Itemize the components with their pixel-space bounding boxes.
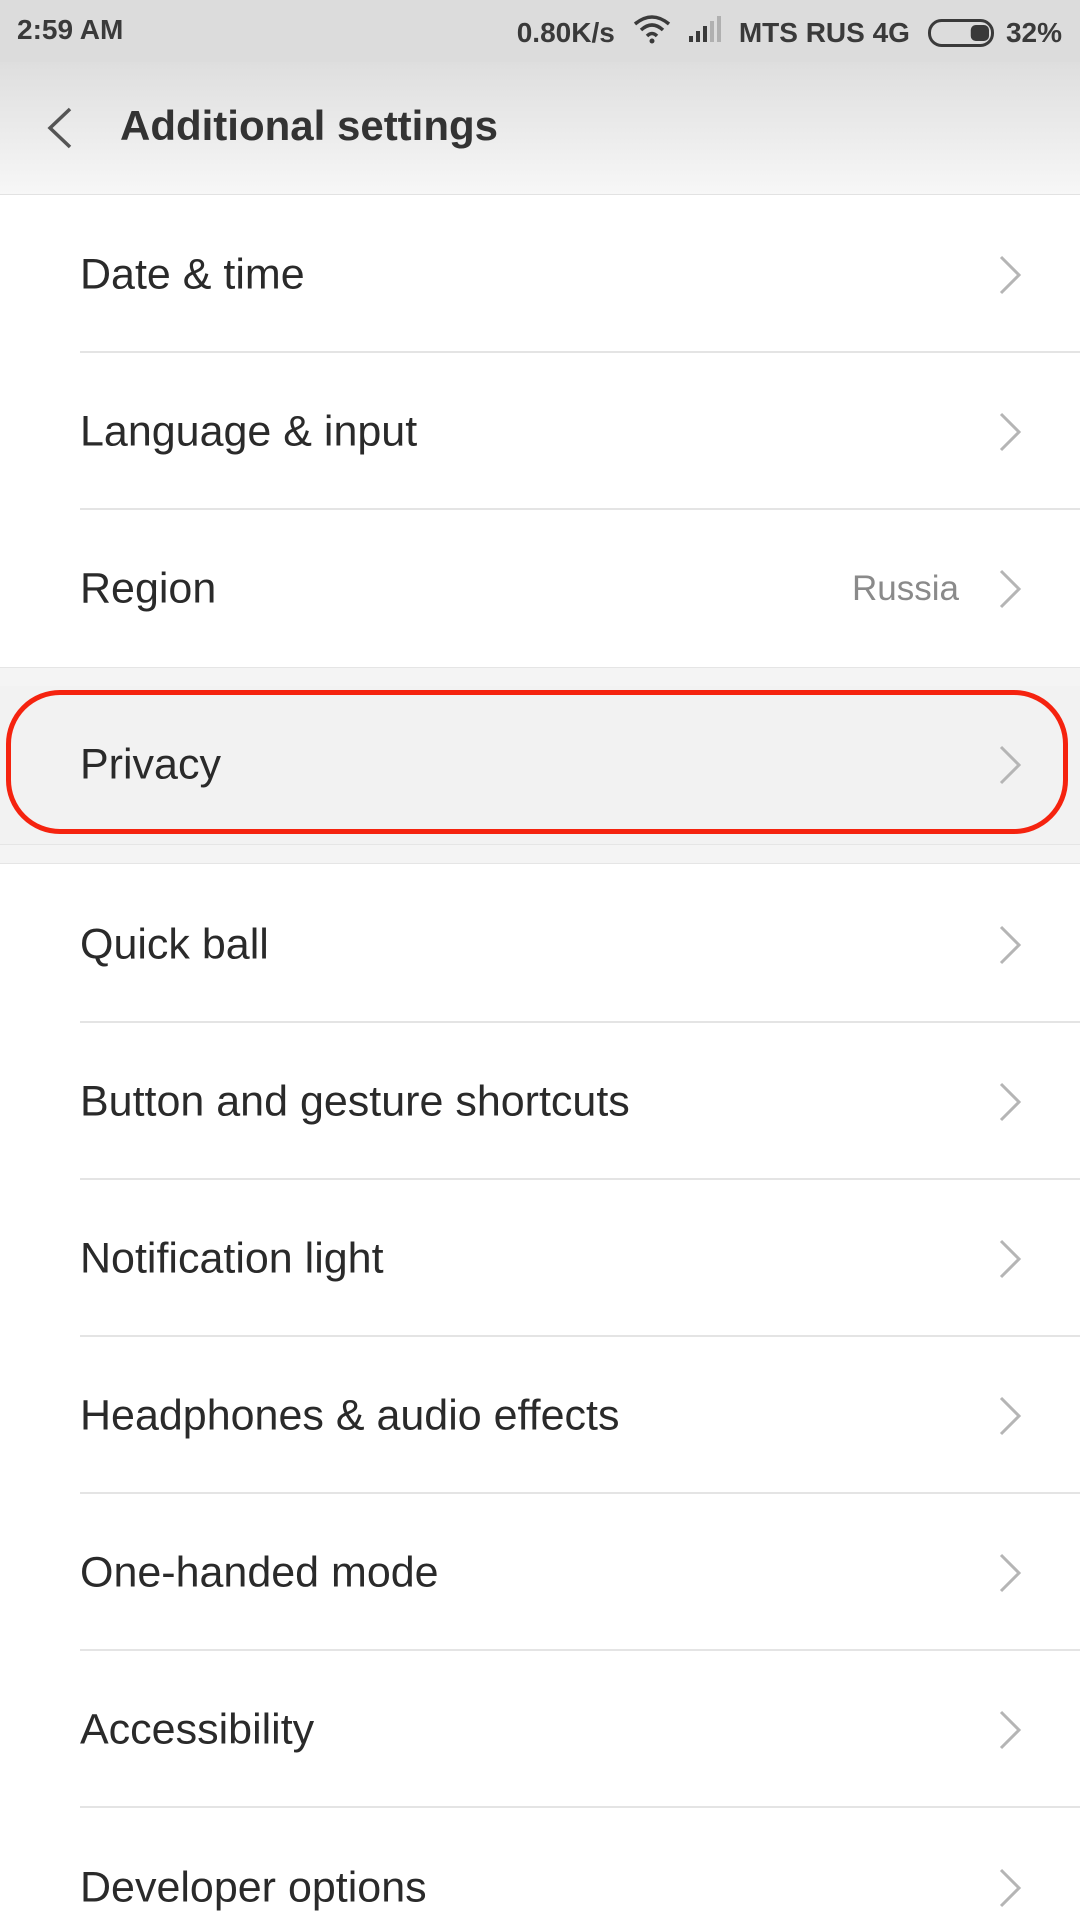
app-header: Additional settings (0, 62, 1080, 195)
settings-item-button-gesture-shortcuts[interactable]: Button and gesture shortcuts (0, 1023, 1080, 1180)
net-speed: 0.80K/s (516, 16, 615, 48)
back-button[interactable] (44, 105, 74, 156)
status-right: 0.80K/s MTS RUS 4G 32% (499, 14, 1062, 51)
battery-icon (927, 18, 994, 47)
settings-item-headphones-audio[interactable]: Headphones & audio effects (0, 1337, 1080, 1494)
settings-item-developer-options[interactable]: Developer options (0, 1808, 1080, 1920)
settings-item-label: Accessibility (80, 1705, 315, 1753)
settings-item-label: Quick ball (80, 920, 269, 968)
chevron-right-icon (999, 412, 1022, 451)
settings-item-label: Region (80, 564, 217, 612)
chevron-right-icon (999, 1239, 1022, 1278)
battery-indicator: 32% (927, 16, 1062, 49)
settings-item-label: Developer options (80, 1863, 427, 1912)
settings-item-one-handed-mode[interactable]: One-handed mode (0, 1494, 1080, 1651)
settings-item-privacy[interactable]: Privacy (0, 686, 1080, 844)
carrier-label: MTS RUS 4G (738, 16, 910, 48)
settings-item-notification-light[interactable]: Notification light (0, 1180, 1080, 1337)
settings-item-label: Headphones & audio effects (80, 1391, 620, 1439)
chevron-right-icon (999, 569, 1022, 608)
chevron-right-icon (999, 1710, 1022, 1749)
settings-item-label: Date & time (80, 250, 305, 298)
chevron-right-icon (999, 1868, 1022, 1908)
chevron-right-icon (999, 745, 1022, 785)
settings-item-label: Language & input (80, 407, 418, 455)
settings-item-date-time[interactable]: Date & time (0, 196, 1080, 353)
section-gap (0, 844, 1080, 864)
settings-item-language-input[interactable]: Language & input (0, 353, 1080, 510)
status-time: 2:59 AM (17, 14, 124, 45)
chevron-right-icon (999, 1082, 1022, 1121)
status-bar: 2:59 AM 0.80K/s MTS RUS 4G 32% (0, 0, 1080, 62)
settings-item-label: Notification light (80, 1234, 384, 1282)
region-value: Russia (852, 568, 959, 608)
chevron-right-icon (999, 255, 1022, 294)
chevron-right-icon (999, 1553, 1022, 1592)
settings-item-region[interactable]: Region Russia (0, 510, 1080, 667)
chevron-left-icon (47, 107, 72, 149)
settings-item-label: Privacy (80, 740, 221, 789)
settings-item-label: One-handed mode (80, 1548, 439, 1596)
page-title: Additional settings (120, 102, 498, 149)
battery-percent: 32% (1005, 16, 1062, 48)
chevron-right-icon (999, 1396, 1022, 1435)
section-gap (0, 667, 1080, 687)
signal-icon (688, 16, 721, 49)
chevron-right-icon (999, 925, 1022, 964)
settings-item-quick-ball[interactable]: Quick ball (0, 866, 1080, 1023)
wifi-icon (633, 14, 671, 51)
settings-item-accessibility[interactable]: Accessibility (0, 1651, 1080, 1808)
settings-item-label: Button and gesture shortcuts (80, 1077, 630, 1125)
